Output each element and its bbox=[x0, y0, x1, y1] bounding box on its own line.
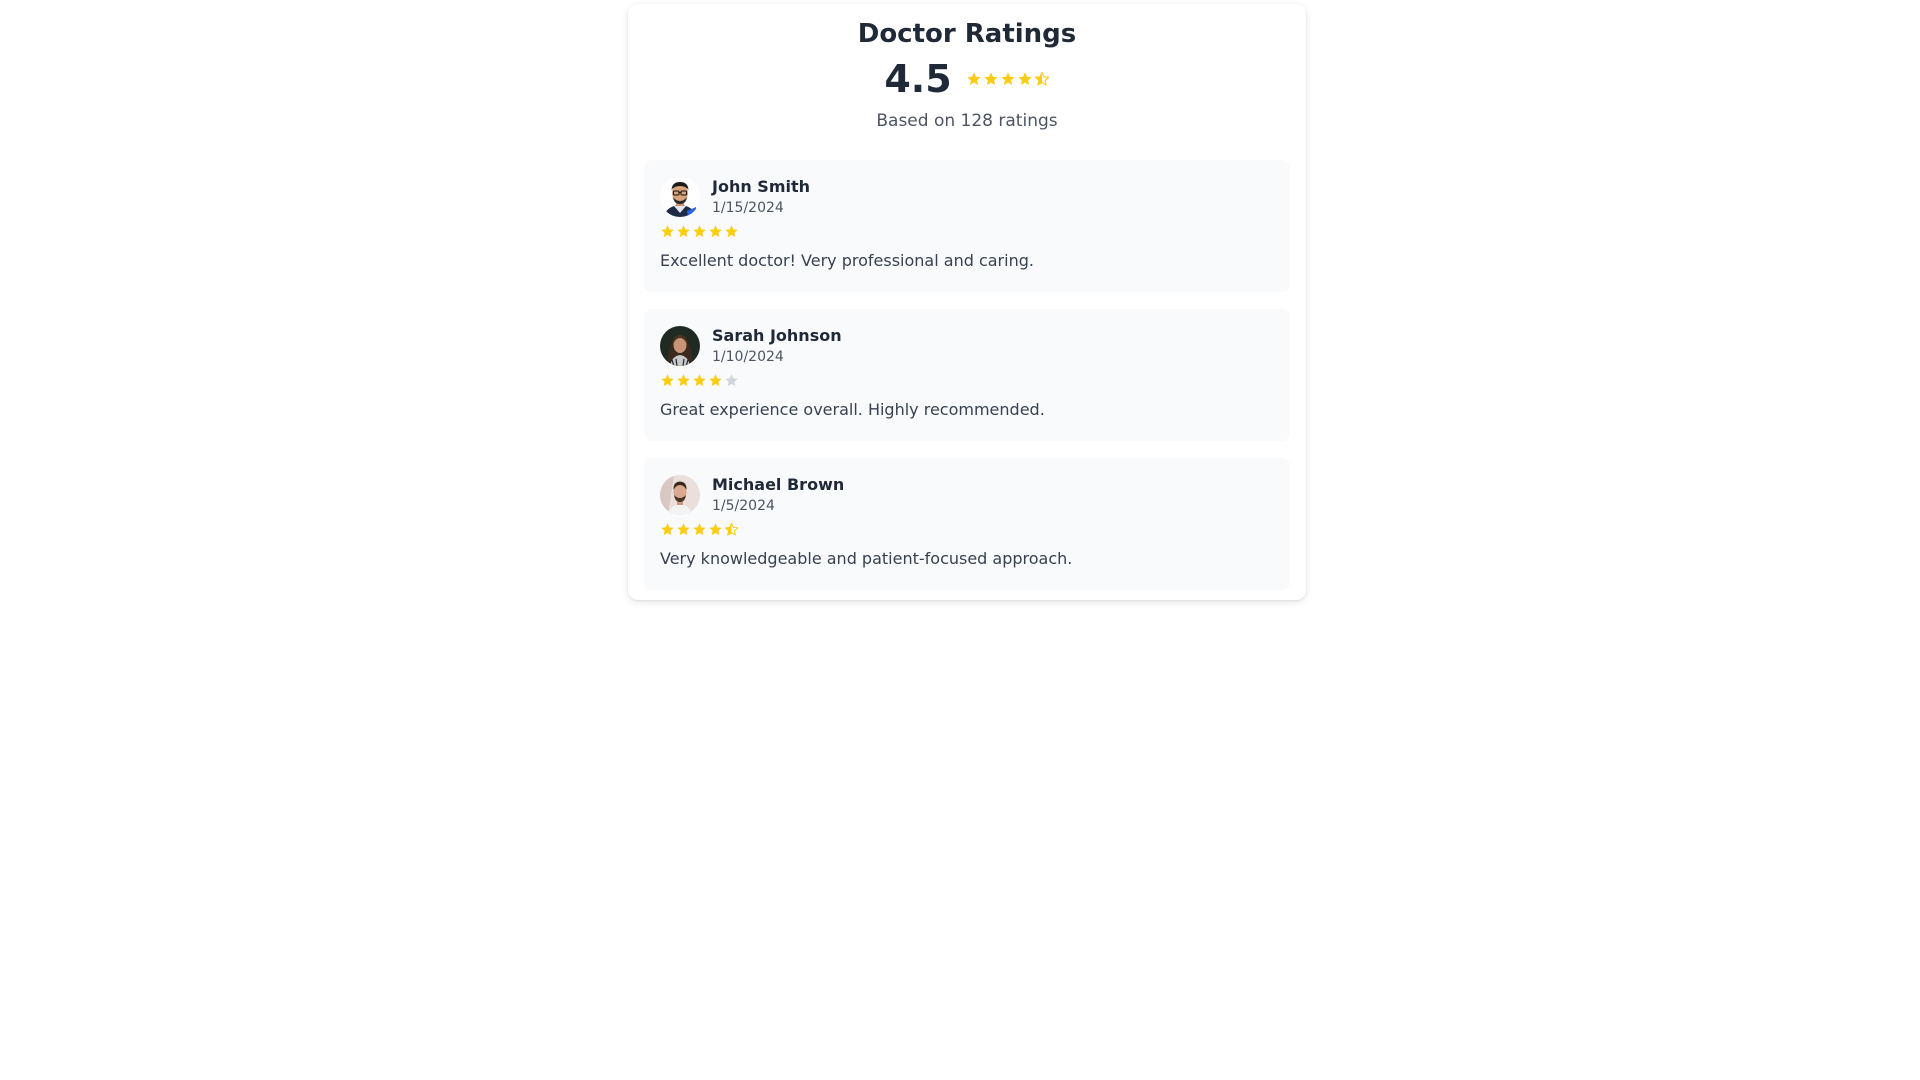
star-filled-icon bbox=[983, 71, 999, 87]
average-score: 4.5 bbox=[884, 57, 952, 101]
reviewer-name: Michael Brown bbox=[712, 475, 845, 494]
review-list: John Smith 1/15/2024 Excellent doctor! V… bbox=[644, 160, 1290, 590]
star-half-icon bbox=[1034, 71, 1050, 87]
review-item: John Smith 1/15/2024 Excellent doctor! V… bbox=[644, 160, 1290, 292]
star-filled-icon bbox=[692, 373, 707, 388]
star-filled-icon bbox=[676, 224, 691, 239]
review-comment: Very knowledgeable and patient-focused a… bbox=[660, 549, 1073, 568]
review-stars bbox=[660, 373, 739, 388]
review-meta: Michael Brown 1/5/2024 bbox=[712, 474, 844, 516]
review-item: Michael Brown 1/5/2024 Very knowledgeabl… bbox=[644, 458, 1290, 590]
page-title: Doctor Ratings bbox=[857, 19, 1077, 49]
review-date: 1/5/2024 bbox=[712, 498, 775, 514]
review-date: 1/10/2024 bbox=[712, 349, 784, 365]
avatar-man-glasses-icon bbox=[660, 177, 700, 217]
star-filled-icon bbox=[708, 224, 723, 239]
ratings-count: Based on 128 ratings bbox=[876, 111, 1058, 131]
star-filled-icon bbox=[1000, 71, 1016, 87]
star-half-icon bbox=[724, 522, 739, 537]
average-score-row: 4.5 bbox=[644, 54, 1290, 104]
star-filled-icon bbox=[676, 373, 691, 388]
star-filled-icon bbox=[660, 522, 675, 537]
star-filled-icon bbox=[660, 224, 675, 239]
star-filled-icon bbox=[660, 373, 675, 388]
review-header: Michael Brown 1/5/2024 bbox=[660, 474, 1274, 516]
star-filled-icon bbox=[708, 373, 723, 388]
avatar-woman-icon bbox=[660, 326, 700, 366]
ratings-card: Doctor Ratings 4.5 Based on 128 ratings bbox=[628, 4, 1306, 600]
review-comment: Excellent doctor! Very professional and … bbox=[660, 251, 1034, 270]
star-filled-icon bbox=[692, 224, 707, 239]
avatar bbox=[660, 326, 700, 366]
avatar bbox=[660, 177, 700, 217]
star-filled-icon bbox=[724, 224, 739, 239]
review-meta: John Smith 1/15/2024 bbox=[712, 176, 810, 218]
reviewer-name: John Smith bbox=[712, 177, 811, 196]
star-empty-icon bbox=[724, 373, 739, 388]
star-filled-icon bbox=[676, 522, 691, 537]
review-comment: Great experience overall. Highly recomme… bbox=[660, 400, 1045, 419]
average-stars bbox=[966, 71, 1050, 87]
review-date: 1/15/2024 bbox=[712, 200, 784, 216]
review-stars bbox=[660, 224, 739, 239]
review-header: Sarah Johnson 1/10/2024 bbox=[660, 325, 1274, 367]
review-stars bbox=[660, 522, 739, 537]
review-header: John Smith 1/15/2024 bbox=[660, 176, 1274, 218]
star-filled-icon bbox=[966, 71, 982, 87]
ratings-header: Doctor Ratings 4.5 Based on 128 ratings bbox=[644, 16, 1290, 134]
review-meta: Sarah Johnson 1/10/2024 bbox=[712, 325, 842, 367]
avatar bbox=[660, 475, 700, 515]
avatar-man-beard-icon bbox=[660, 475, 700, 515]
review-item: Sarah Johnson 1/10/2024 Great experience… bbox=[644, 309, 1290, 441]
star-filled-icon bbox=[708, 522, 723, 537]
reviewer-name: Sarah Johnson bbox=[712, 326, 842, 345]
star-filled-icon bbox=[692, 522, 707, 537]
star-filled-icon bbox=[1017, 71, 1033, 87]
